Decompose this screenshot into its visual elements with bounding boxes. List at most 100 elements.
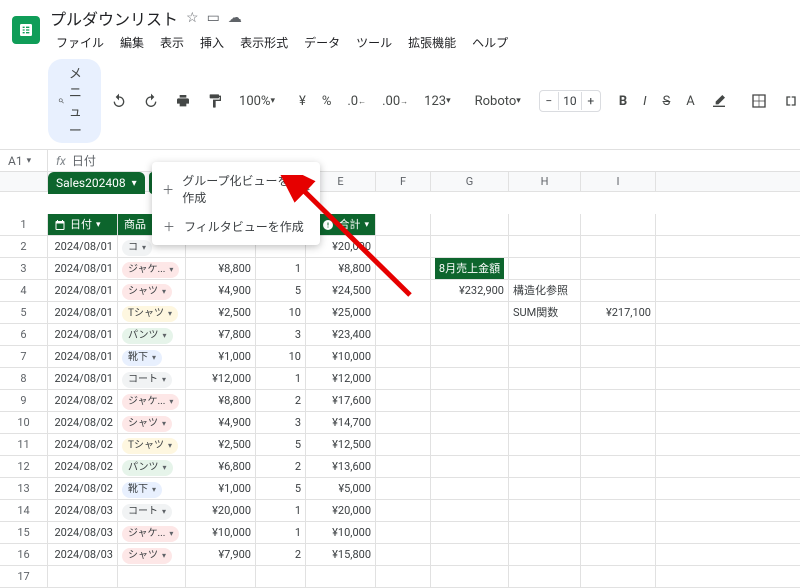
cell[interactable]: 2024/08/01 bbox=[48, 280, 118, 301]
cell[interactable] bbox=[431, 390, 509, 411]
redo-button[interactable] bbox=[137, 89, 165, 113]
cell[interactable] bbox=[581, 258, 656, 279]
row-header[interactable]: 4 bbox=[0, 280, 48, 301]
cell[interactable]: ¥10,000 bbox=[186, 522, 256, 543]
search-menu-button[interactable]: メニュー bbox=[48, 59, 101, 143]
cell[interactable] bbox=[581, 368, 656, 389]
cell[interactable]: ¥8,800 bbox=[186, 390, 256, 411]
cell[interactable]: 2024/08/03 bbox=[48, 500, 118, 521]
cell[interactable]: ジャケ...▾ bbox=[118, 258, 186, 279]
row-header[interactable]: 8 bbox=[0, 368, 48, 389]
dropdown-chip[interactable]: パンツ▾ bbox=[122, 460, 173, 476]
cell[interactable]: コート▾ bbox=[118, 500, 186, 521]
text-color-button[interactable]: A bbox=[680, 90, 700, 113]
dropdown-chip[interactable]: コート▾ bbox=[122, 504, 172, 520]
cell[interactable]: 2024/08/01 bbox=[48, 368, 118, 389]
dropdown-chip[interactable]: コート▾ bbox=[122, 372, 172, 388]
cell[interactable] bbox=[509, 412, 581, 433]
font-size-value[interactable]: 10 bbox=[558, 92, 582, 110]
cell[interactable]: 2024/08/01 bbox=[48, 324, 118, 345]
font-size-decrease[interactable]: − bbox=[540, 94, 558, 108]
increase-decimal-button[interactable]: .00→ bbox=[376, 90, 414, 113]
cell[interactable]: ¥4,900 bbox=[186, 280, 256, 301]
dropdown-chip[interactable]: 靴下▾ bbox=[122, 350, 162, 366]
dropdown-chip[interactable]: シャツ▾ bbox=[122, 284, 172, 300]
cell[interactable] bbox=[376, 390, 431, 411]
cell[interactable] bbox=[581, 390, 656, 411]
name-box[interactable]: A1▾ bbox=[0, 150, 48, 171]
cell[interactable]: ¥6,800 bbox=[186, 456, 256, 477]
menu-view[interactable]: 表示 bbox=[154, 32, 190, 53]
cell[interactable]: ¥24,500 bbox=[306, 280, 376, 301]
dropdown-chip[interactable]: シャツ▾ bbox=[122, 416, 172, 432]
cell[interactable]: 5 bbox=[256, 478, 306, 499]
cell[interactable] bbox=[509, 478, 581, 499]
cell[interactable]: ¥8,800 bbox=[306, 258, 376, 279]
menu-file[interactable]: ファイル bbox=[50, 32, 110, 53]
cell[interactable] bbox=[431, 500, 509, 521]
cell[interactable] bbox=[431, 434, 509, 455]
italic-button[interactable]: I bbox=[637, 90, 652, 113]
cell[interactable]: 2 bbox=[256, 390, 306, 411]
cell[interactable]: 3 bbox=[256, 324, 306, 345]
zoom-dropdown[interactable]: 100% ▾ bbox=[233, 90, 281, 113]
row-header[interactable]: 17 bbox=[0, 566, 48, 587]
cell[interactable] bbox=[431, 302, 509, 323]
currency-button[interactable]: ¥ bbox=[293, 90, 312, 113]
ctx-group-view[interactable]: ＋ グループ化ビューを作成 ▸ bbox=[152, 166, 320, 212]
menu-format[interactable]: 表示形式 bbox=[234, 32, 294, 53]
cell[interactable] bbox=[581, 500, 656, 521]
cell[interactable]: パンツ▾ bbox=[118, 324, 186, 345]
cell[interactable] bbox=[376, 346, 431, 367]
cloud-icon[interactable]: ☁ bbox=[228, 10, 242, 26]
cell[interactable] bbox=[376, 456, 431, 477]
cell[interactable] bbox=[509, 434, 581, 455]
cell[interactable]: ¥8,800 bbox=[186, 258, 256, 279]
cell[interactable]: 2024/08/02 bbox=[48, 478, 118, 499]
cell[interactable] bbox=[509, 456, 581, 477]
cell[interactable] bbox=[376, 544, 431, 565]
cell[interactable]: 1 bbox=[256, 258, 306, 279]
cell[interactable]: ¥2,500 bbox=[186, 434, 256, 455]
cell[interactable] bbox=[376, 324, 431, 345]
cell[interactable]: ¥14,700 bbox=[306, 412, 376, 433]
cell[interactable] bbox=[509, 346, 581, 367]
dropdown-chip[interactable]: ジャケ...▾ bbox=[122, 262, 179, 278]
cell[interactable]: シャツ▾ bbox=[118, 412, 186, 433]
bold-button[interactable]: B bbox=[613, 90, 633, 113]
row-header[interactable]: 5 bbox=[0, 302, 48, 323]
row-header[interactable]: 6 bbox=[0, 324, 48, 345]
cell[interactable] bbox=[581, 434, 656, 455]
cell[interactable]: パンツ▾ bbox=[118, 456, 186, 477]
cell[interactable] bbox=[509, 544, 581, 565]
cell[interactable]: ジャケ...▾ bbox=[118, 390, 186, 411]
cell[interactable] bbox=[376, 236, 431, 257]
cell[interactable] bbox=[581, 544, 656, 565]
cell[interactable] bbox=[581, 412, 656, 433]
percent-button[interactable]: % bbox=[316, 90, 338, 113]
cell[interactable] bbox=[581, 456, 656, 477]
cell[interactable]: ¥12,500 bbox=[306, 434, 376, 455]
cell[interactable]: ¥20,000 bbox=[186, 500, 256, 521]
star-icon[interactable]: ☆ bbox=[186, 10, 199, 26]
menu-edit[interactable]: 編集 bbox=[114, 32, 150, 53]
cell[interactable]: 2024/08/02 bbox=[48, 390, 118, 411]
font-size-increase[interactable]: + bbox=[582, 94, 600, 108]
cell[interactable] bbox=[581, 324, 656, 345]
row-header[interactable]: 11 bbox=[0, 434, 48, 455]
move-icon[interactable]: ▭ bbox=[207, 10, 220, 26]
cell[interactable]: ¥1,000 bbox=[186, 478, 256, 499]
row-header[interactable]: 16 bbox=[0, 544, 48, 565]
menu-help[interactable]: ヘルプ bbox=[466, 32, 514, 53]
cell[interactable]: 2024/08/01 bbox=[48, 302, 118, 323]
cell[interactable]: 3 bbox=[256, 412, 306, 433]
paint-format-button[interactable] bbox=[201, 89, 229, 113]
cell[interactable] bbox=[431, 324, 509, 345]
dropdown-chip[interactable]: パンツ▾ bbox=[122, 328, 173, 344]
cell[interactable] bbox=[509, 258, 581, 279]
cell[interactable]: 2024/08/01 bbox=[48, 258, 118, 279]
cell[interactable]: コート▾ bbox=[118, 368, 186, 389]
cell[interactable]: ¥25,000 bbox=[306, 302, 376, 323]
cell[interactable]: 8月売上金額 bbox=[431, 258, 509, 279]
dropdown-chip[interactable]: Tシャツ▾ bbox=[122, 438, 178, 454]
